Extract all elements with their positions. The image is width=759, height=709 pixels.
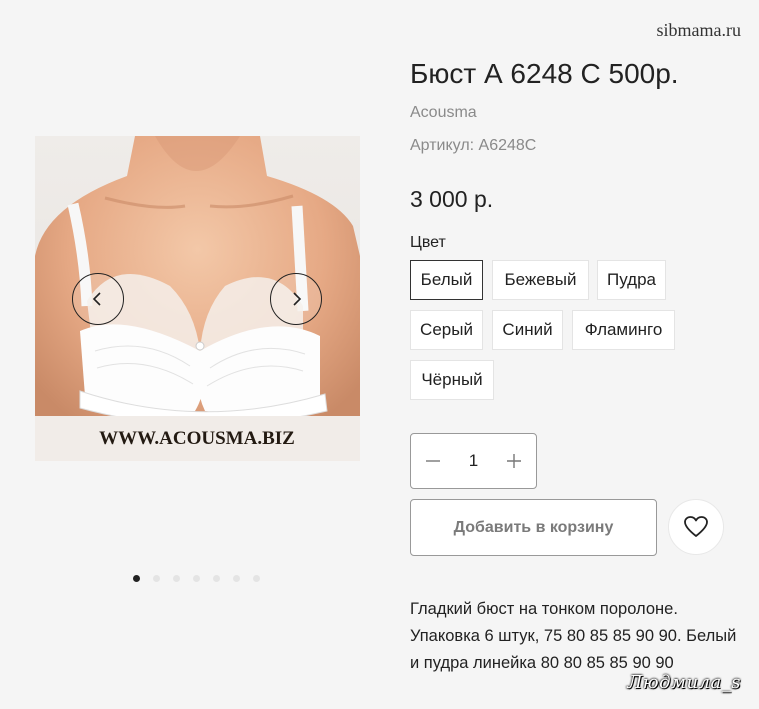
plus-icon (507, 454, 521, 468)
add-to-cart-button[interactable]: Добавить в корзину (410, 499, 657, 556)
chevron-left-icon (92, 292, 101, 306)
gallery-dot[interactable] (253, 575, 260, 582)
product-image-gallery: WWW.ACOUSMA.BIZ (35, 136, 360, 461)
gallery-prev-button[interactable] (72, 273, 124, 325)
gallery-dot[interactable] (213, 575, 220, 582)
color-option-beige[interactable]: Бежевый (492, 260, 589, 300)
color-option-black[interactable]: Чёрный (410, 360, 494, 400)
gallery-dot[interactable] (233, 575, 240, 582)
quantity-decrease-button[interactable] (423, 451, 443, 471)
color-option-white[interactable]: Белый (410, 260, 483, 300)
gallery-dot[interactable] (193, 575, 200, 582)
product-price: 3 000 р. (410, 186, 494, 212)
color-option-flamingo[interactable]: Фламинго (572, 310, 675, 350)
color-option-blue[interactable]: Синий (492, 310, 563, 350)
product-brand-link[interactable]: Acousma (410, 104, 477, 122)
heart-icon (684, 516, 708, 537)
color-option-powder[interactable]: Пудра (597, 260, 666, 300)
wishlist-button[interactable] (668, 499, 724, 555)
product-description: Гладкий бюст на тонком поролоне. Упаковк… (410, 600, 737, 672)
color-label: Цвет (410, 234, 446, 251)
minus-icon (426, 460, 440, 462)
color-option-gray[interactable]: Серый (410, 310, 483, 350)
gallery-dot[interactable] (133, 575, 140, 582)
quantity-increase-button[interactable] (504, 451, 524, 471)
chevron-right-icon (293, 292, 302, 306)
gallery-dot[interactable] (173, 575, 180, 582)
quantity-stepper: 1 (410, 433, 537, 489)
site-watermark: sibmama.ru (656, 20, 741, 40)
gallery-next-button[interactable] (270, 273, 322, 325)
gallery-pagination (133, 575, 260, 582)
image-caption: WWW.ACOUSMA.BIZ (99, 428, 295, 449)
user-signature: Людмила_s (627, 672, 741, 693)
product-sku: Артикул: А6248С (410, 137, 537, 154)
gallery-dot[interactable] (153, 575, 160, 582)
product-title: Бюст А 6248 С 500р. (410, 58, 679, 89)
quantity-value[interactable]: 1 (469, 451, 478, 471)
